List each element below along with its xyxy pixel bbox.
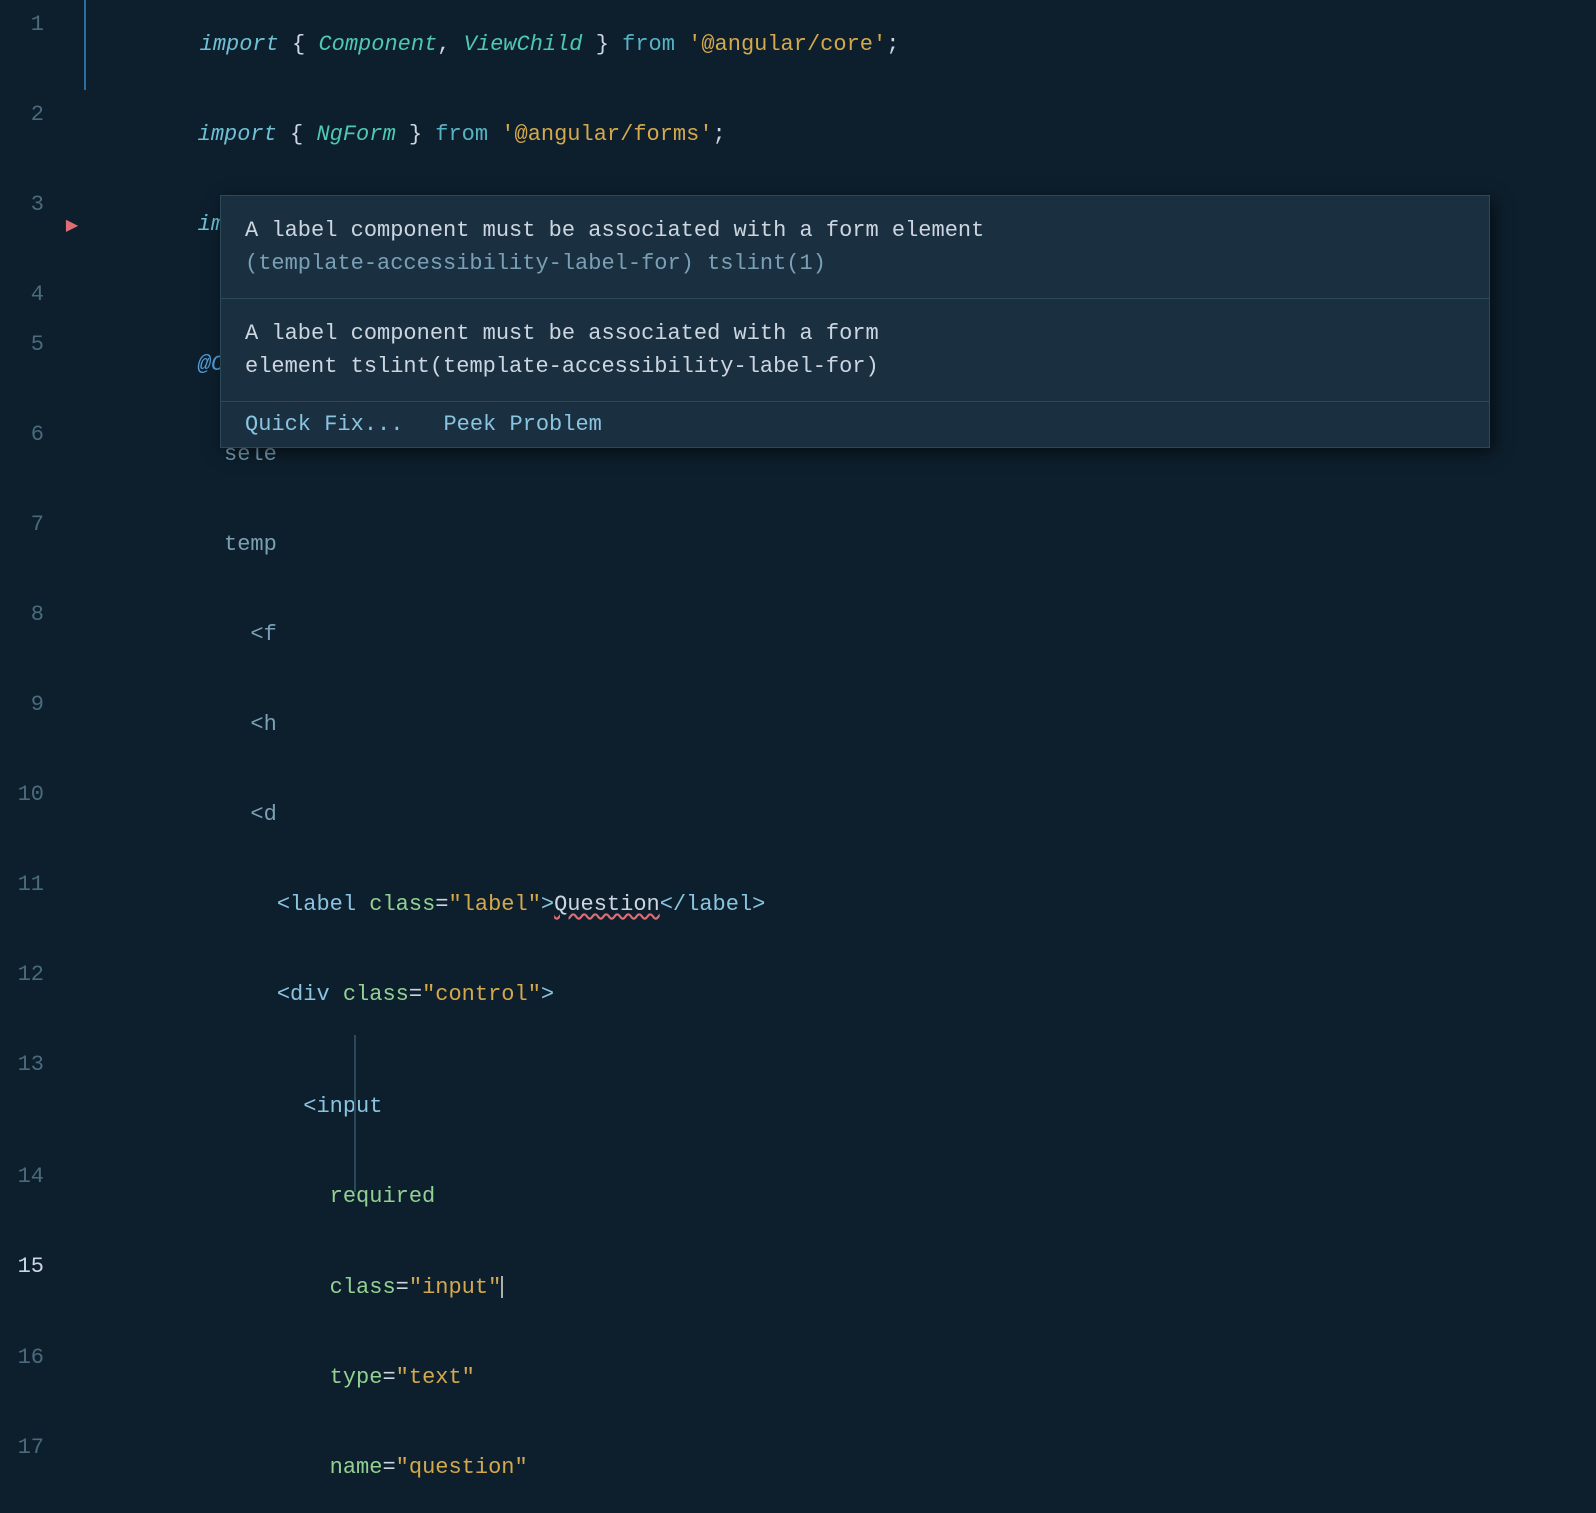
code-line-1: 1 import { Component, ViewChild } from '… (0, 0, 1596, 90)
line-content-16: type="text" (84, 1333, 1596, 1423)
line-number-3: 3 (0, 180, 60, 270)
code-line-2: 2 import { NgForm } from '@angular/forms… (0, 90, 1596, 180)
line-number-1: 1 (0, 0, 60, 90)
line-content-14: required (84, 1152, 1596, 1242)
squiggly-underline: Question (554, 892, 660, 917)
tooltip-tslint-ref-2: tslint(template-accessibility-label-for) (351, 354, 879, 379)
code-line-9: 9 <h (0, 680, 1596, 770)
line-number-9: 9 (0, 680, 60, 770)
line-content-11: <label class="label">Question</label> (84, 860, 1596, 950)
line-content-1: import { Component, ViewChild } from '@a… (84, 0, 1596, 90)
line-gutter-10 (60, 770, 84, 860)
line-content-7: temp (84, 500, 1596, 590)
line-number-14: 14 (0, 1152, 60, 1242)
line-number-4: 4 (0, 270, 60, 320)
line-gutter-3: ▶ (60, 180, 84, 270)
code-line-8: 8 <f (0, 590, 1596, 680)
line-gutter-8 (60, 590, 84, 680)
code-line-17: 17 name="question" (0, 1423, 1596, 1513)
code-line-12: 12 <div class="control"> (0, 950, 1596, 1040)
line-gutter-4 (60, 270, 84, 320)
line-content-9: <h (84, 680, 1596, 770)
tooltip-actions-bar: Quick Fix... Peek Problem (221, 402, 1489, 447)
line-content-12: <div class="control"> (84, 950, 1596, 1040)
code-line-14: 14 required (0, 1152, 1596, 1242)
line-gutter-17 (60, 1423, 84, 1513)
line-content-15: class="input" (84, 1242, 1596, 1333)
line-gutter-1 (60, 0, 84, 90)
line-gutter-9 (60, 680, 84, 770)
line-gutter-6 (60, 410, 84, 500)
line-number-17: 17 (0, 1423, 60, 1513)
code-line-7: 7 temp (0, 500, 1596, 590)
code-line-13: 13 <input (0, 1040, 1596, 1152)
text-cursor (501, 1276, 503, 1298)
keyword-import: import (200, 32, 279, 57)
line-number-10: 10 (0, 770, 60, 860)
line-content-2: import { NgForm } from '@angular/forms'; (84, 90, 1596, 180)
line-gutter-11 (60, 860, 84, 950)
line-gutter-5 (60, 320, 84, 410)
line-number-15: 15 (0, 1242, 60, 1333)
line-number-7: 7 (0, 500, 60, 590)
line-number-11: 11 (0, 860, 60, 950)
line-gutter-12 (60, 950, 84, 1040)
line-gutter-15 (60, 1242, 84, 1333)
line-content-13: <input (84, 1040, 1596, 1152)
tooltip-popup: A label component must be associated wit… (220, 195, 1490, 448)
tooltip-message-1-text: A label component must be associated wit… (245, 218, 984, 243)
tooltip-tslint-ref-1: tslint(1) (707, 251, 826, 276)
line-gutter-13 (60, 1040, 84, 1152)
line-number-8: 8 (0, 590, 60, 680)
line-content-10: <d (84, 770, 1596, 860)
line-number-6: 6 (0, 410, 60, 500)
line-content-8: <f (84, 590, 1596, 680)
line-number-5: 5 (0, 320, 60, 410)
line-number-16: 16 (0, 1333, 60, 1423)
line-number-2: 2 (0, 90, 60, 180)
peek-problem-button[interactable]: Peek Problem (443, 412, 601, 437)
code-line-15: 15 class="input" (0, 1242, 1596, 1333)
keyword-import-2: import (198, 122, 277, 147)
line-number-12: 12 (0, 950, 60, 1040)
line-gutter-7 (60, 500, 84, 590)
line-gutter-16 (60, 1333, 84, 1423)
tooltip-message-2: A label component must be associated wit… (221, 299, 1489, 402)
tooltip-message-1: A label component must be associated wit… (221, 196, 1489, 299)
quick-fix-button[interactable]: Quick Fix... (245, 412, 403, 437)
code-line-16: 16 type="text" (0, 1333, 1596, 1423)
line-content-17: name="question" (84, 1423, 1596, 1513)
breakpoint-arrow-icon: ▶ (66, 215, 78, 235)
code-line-10: 10 <d (0, 770, 1596, 860)
code-line-11: 11 <label class="label">Question</label> (0, 860, 1596, 950)
line-number-13: 13 (0, 1040, 60, 1152)
line-gutter-14 (60, 1152, 84, 1242)
tooltip-message-1-code: (template-accessibility-label-for) (245, 251, 694, 276)
editor-container: 1 import { Component, ViewChild } from '… (0, 0, 1596, 864)
line-gutter-2 (60, 90, 84, 180)
